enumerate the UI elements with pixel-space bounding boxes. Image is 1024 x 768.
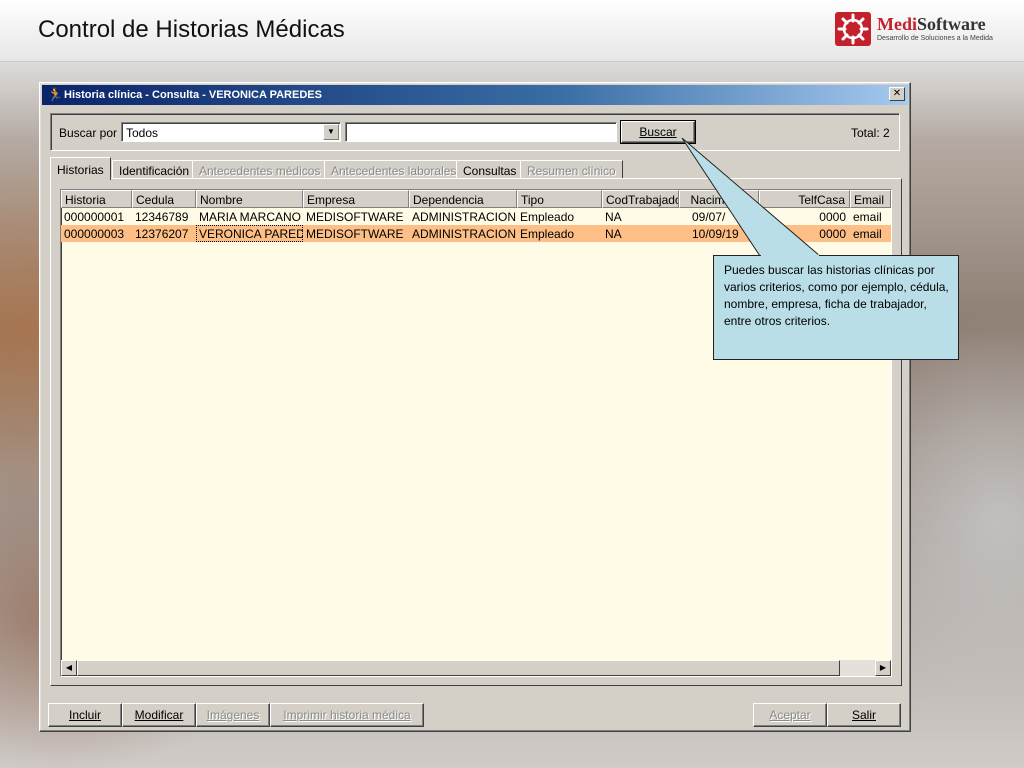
search-criteria-select[interactable]: Todos ▼ xyxy=(121,122,341,142)
column-header-empresa[interactable]: Empresa xyxy=(303,190,409,208)
cell-email: email xyxy=(853,210,882,224)
cell-empresa: MEDISOFTWARE xyxy=(306,210,404,224)
cell-cedula: 12346789 xyxy=(135,210,189,224)
cell-historia: 000000001 xyxy=(64,210,125,224)
column-header-dependencia[interactable]: Dependencia xyxy=(409,190,517,208)
search-criteria-value: Todos xyxy=(126,126,159,140)
scroll-right-icon[interactable]: ▶ xyxy=(875,660,891,676)
column-header-codtrabajado[interactable]: CodTrabajado xyxy=(602,190,679,208)
window-title: Historia clínica - Consulta - VERONICA P… xyxy=(64,89,322,101)
scroll-left-icon[interactable]: ◀ xyxy=(61,660,77,676)
search-input[interactable] xyxy=(345,122,617,142)
search-button[interactable]: Buscar xyxy=(621,121,695,143)
cell-cedula: 12376207 xyxy=(135,227,189,241)
cell-nombre: VERONICA PARED xyxy=(196,225,303,242)
cell-codtrabajado: NA xyxy=(605,210,622,224)
page-title: Control de Historias Médicas xyxy=(38,16,345,43)
tab-historias[interactable]: Historias xyxy=(50,157,111,180)
column-header-email[interactable]: Email xyxy=(850,190,891,208)
window-titlebar[interactable]: 🏃 Historia clínica - Consulta - VERONICA… xyxy=(42,85,908,105)
column-header-nombre[interactable]: Nombre xyxy=(196,190,303,208)
aceptar-button[interactable]: Aceptar xyxy=(753,703,827,727)
tab-strip: Historias Identificación Antecedentes mé… xyxy=(50,157,900,180)
cell-dependencia: ADMINISTRACION xyxy=(412,210,517,224)
tab-consultas[interactable]: Consultas xyxy=(456,160,524,179)
tab-resumen-clinico[interactable]: Resumen clínico xyxy=(520,160,623,179)
tab-antecedentes-medicos[interactable]: Antecedentes médicos xyxy=(192,160,328,179)
tab-identificacion[interactable]: Identificación xyxy=(112,160,197,179)
chevron-down-icon[interactable]: ▼ xyxy=(323,124,339,140)
scrollbar-thumb[interactable] xyxy=(77,660,840,676)
incluir-button[interactable]: Incluir xyxy=(48,703,122,727)
cell-empresa: MEDISOFTWARE xyxy=(306,227,404,241)
search-by-label: Buscar por xyxy=(59,126,118,140)
search-panel: Buscar por Todos ▼ Buscar Total: 2 xyxy=(50,113,900,151)
tab-antecedentes-laborales[interactable]: Antecedentes laborales xyxy=(324,160,464,179)
cell-telfcasa: 0000 xyxy=(819,210,846,224)
imprimir-historia-button[interactable]: Imprimir historia médica xyxy=(270,703,424,727)
table-row[interactable]: 000000001 12346789 MARIA MARCANO MEDISOF… xyxy=(61,208,891,225)
cell-nacimiento: 09/07/ xyxy=(692,210,726,224)
table-row-selected[interactable]: 000000003 12376207 VERONICA PARED MEDISO… xyxy=(61,225,891,242)
column-header-historia[interactable]: Historia xyxy=(61,190,132,208)
historia-clinica-window: 🏃 Historia clínica - Consulta - VERONICA… xyxy=(39,82,911,732)
total-count: Total: 2 xyxy=(851,126,890,140)
close-button[interactable]: ✕ xyxy=(889,87,905,101)
column-header-cedula[interactable]: Cedula xyxy=(132,190,196,208)
column-header-nacimiento[interactable]: Nacimiento xyxy=(679,190,759,208)
medisoftware-logo: MediSoftware Desarrollo de Soluciones a … xyxy=(835,12,1007,46)
cell-tipo: Empleado xyxy=(520,210,575,224)
modificar-button[interactable]: Modificar xyxy=(122,703,196,727)
close-icon: ✕ xyxy=(892,88,902,99)
cell-email: email xyxy=(853,227,882,241)
column-header-tipo[interactable]: Tipo xyxy=(517,190,602,208)
logo-name: MediSoftware xyxy=(877,14,986,34)
cell-nombre: MARIA MARCANO xyxy=(199,210,302,224)
cell-telfcasa: 0000 xyxy=(819,227,846,241)
cell-tipo: Empleado xyxy=(520,227,575,241)
grid-header: Historia Cedula Nombre Empresa Dependenc… xyxy=(61,190,891,208)
bottom-button-bar: Incluir Modificar Imágenes Imprimir hist… xyxy=(48,703,904,727)
running-man-icon: 🏃 xyxy=(47,87,64,102)
logo-tagline: Desarrollo de Soluciones a la Medida xyxy=(877,35,993,42)
medisoftware-logo-icon xyxy=(835,12,871,46)
cell-historia: 000000003 xyxy=(64,227,125,241)
cell-dependencia: ADMINISTRACION xyxy=(412,227,517,241)
salir-button[interactable]: Salir xyxy=(827,703,901,727)
column-header-telfcasa[interactable]: TelfCasa xyxy=(759,190,850,208)
cell-codtrabajado: NA xyxy=(605,227,622,241)
help-callout: Puedes buscar las historias clínicas por… xyxy=(713,255,959,360)
imagenes-button[interactable]: Imágenes xyxy=(196,703,270,727)
cell-nacimiento: 10/09/19 xyxy=(692,227,739,241)
horizontal-scrollbar[interactable]: ◀ ▶ xyxy=(61,660,891,676)
